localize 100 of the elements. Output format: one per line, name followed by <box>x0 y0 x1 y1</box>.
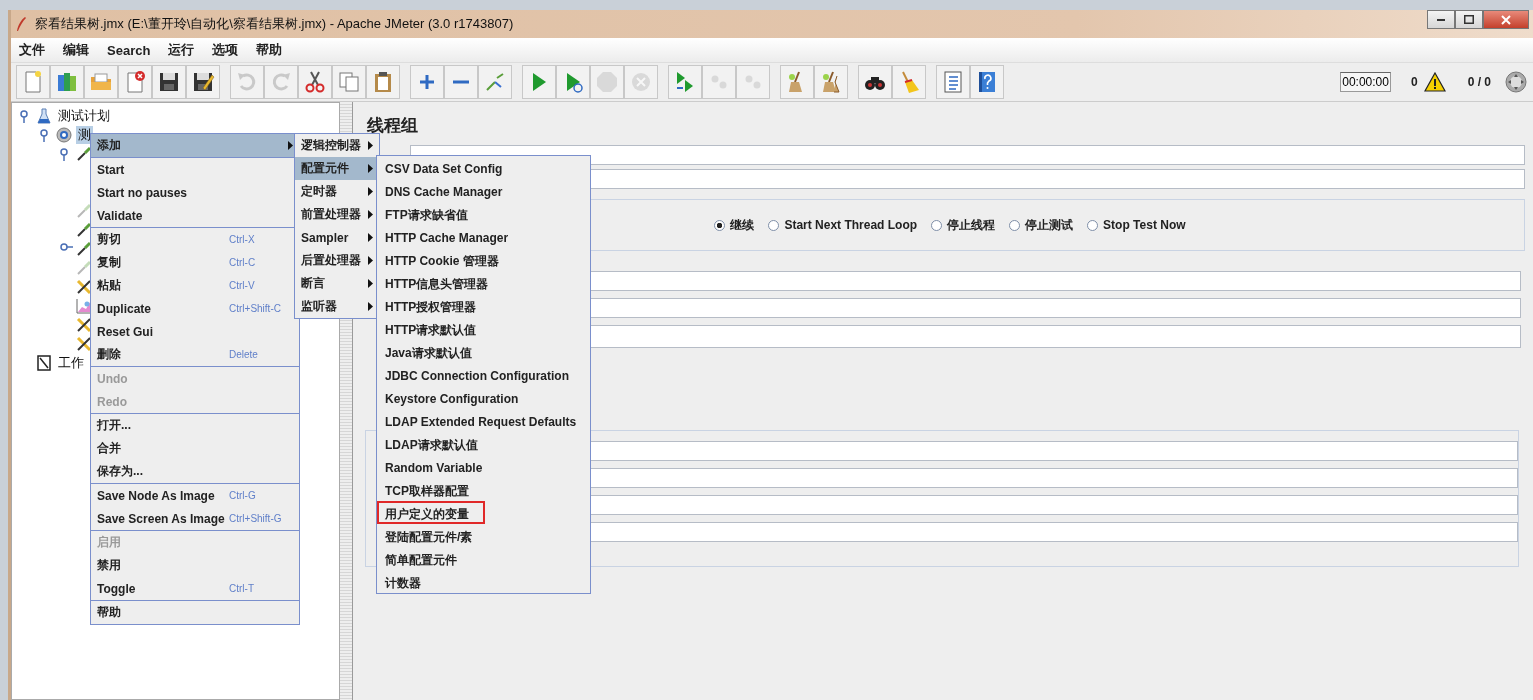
warning-icon[interactable] <box>1423 72 1446 92</box>
floppy-pencil-icon <box>191 70 215 94</box>
menu-item[interactable]: 后置处理器 <box>295 249 379 272</box>
menu-item[interactable]: Reset Gui <box>91 320 299 343</box>
new-page-button[interactable] <box>16 65 50 99</box>
floppy-button[interactable] <box>152 65 186 99</box>
books-icon <box>55 70 79 94</box>
panel-title: 线程组 <box>367 115 419 137</box>
menu-item[interactable]: 计数器 <box>377 570 429 593</box>
menu-item[interactable]: 运行 <box>165 41 202 59</box>
menu-item[interactable]: 定时器 <box>295 180 379 203</box>
submenu-arrow-icon <box>368 256 373 265</box>
menu-item[interactable]: 登陆配置元件/素 <box>377 524 481 547</box>
menu-item[interactable]: FTP请求缺省值 <box>377 202 476 225</box>
floppy-pencil-button[interactable] <box>186 65 220 99</box>
error-count: 0 <box>1410 75 1418 89</box>
menu-item[interactable]: Random Variable <box>377 455 491 478</box>
pages-icon <box>337 70 361 94</box>
feather-icon <box>15 16 27 32</box>
radio-option[interactable]: 停止线程 <box>931 216 996 234</box>
list-icon <box>941 70 965 94</box>
close-file-button[interactable] <box>118 65 152 99</box>
menu-item[interactable]: TCP取样器配置 <box>377 478 477 501</box>
menu-item[interactable]: 文件 <box>16 41 52 59</box>
menu-item[interactable]: HTTP Cache Manager <box>377 225 517 248</box>
binoculars-button[interactable] <box>858 65 892 99</box>
radio-option[interactable]: Stop Test Now <box>1087 216 1186 234</box>
minus-icon <box>453 80 469 84</box>
broom-button[interactable] <box>780 65 814 99</box>
notepad-icon <box>36 354 52 371</box>
menu-item[interactable]: 合并 <box>91 437 299 460</box>
menu-item[interactable]: 监听器 <box>295 295 379 318</box>
radio-option[interactable]: 继续 <box>714 216 755 234</box>
menu-item[interactable]: 编辑 <box>60 41 96 59</box>
submenu-arrow-icon <box>368 164 373 173</box>
scissors-icon <box>303 70 327 94</box>
minus-button[interactable] <box>444 65 478 99</box>
menu-item[interactable]: 选项 <box>209 41 246 59</box>
menu-item[interactable]: Save Node As Image Ctrl-G <box>91 484 299 507</box>
maximize-icon <box>1464 15 1474 24</box>
menu-item[interactable]: Save Screen As Image Ctrl+Shift-G <box>91 507 299 530</box>
scissors-button[interactable] <box>298 65 332 99</box>
menu-item[interactable]: 保存为... <box>91 460 299 483</box>
books-button[interactable] <box>50 65 84 99</box>
menu-item[interactable]: HTTP授权管理器 <box>377 294 485 317</box>
list-button[interactable] <box>936 65 970 99</box>
dropper-button[interactable] <box>478 65 512 99</box>
menu-item[interactable]: 配置元件 <box>295 157 379 180</box>
elapsed-time: 00:00:00 <box>1340 72 1391 92</box>
menu-item[interactable]: 删除 Delete <box>91 343 299 366</box>
menu-item[interactable]: 帮助 <box>91 601 299 624</box>
plus-button[interactable] <box>410 65 444 99</box>
floppy-icon <box>157 70 181 94</box>
menu-item[interactable]: HTTP信息头管理器 <box>377 271 497 294</box>
submenu-arrow-icon <box>368 233 373 242</box>
submenu-arrow-icon <box>368 210 373 219</box>
minimize-button[interactable] <box>1427 10 1455 29</box>
gear-icon <box>56 126 72 143</box>
circle-arrows-icon[interactable] <box>1505 71 1527 93</box>
menu-item[interactable]: 前置处理器 <box>295 203 379 226</box>
menu-item[interactable]: 断言 <box>295 272 379 295</box>
menu-item[interactable]: JDBC Connection Configuration <box>377 363 577 386</box>
close-icon <box>1501 14 1511 25</box>
menu-item[interactable]: Java请求默认值 <box>377 340 480 363</box>
play-no-pause-button[interactable] <box>556 65 590 99</box>
minimize-icon <box>1437 18 1445 21</box>
menu-item[interactable]: DNS Cache Manager <box>377 179 511 202</box>
flask-icon <box>36 107 52 124</box>
menu-item[interactable]: 打开... <box>91 414 299 437</box>
radio-option[interactable]: Start Next Thread Loop <box>768 216 918 234</box>
tree-item[interactable]: 工作 <box>56 353 86 372</box>
radio-option[interactable]: 停止测试 <box>1009 216 1074 234</box>
menu-item[interactable]: 用户定义的变量 <box>377 501 485 524</box>
menu-item[interactable]: HTTP请求默认值 <box>377 317 485 340</box>
menu-item[interactable]: Search <box>104 42 158 58</box>
menu-item[interactable]: LDAP Extended Request Defaults <box>377 409 585 432</box>
menu-item[interactable]: 简单配置元件 <box>377 547 465 570</box>
submenu-arrow-icon <box>368 302 373 311</box>
menu-item[interactable]: CSV Data Set Config <box>377 156 511 179</box>
menu-item[interactable]: Sampler <box>295 226 379 249</box>
brooms-button[interactable] <box>814 65 848 99</box>
play-button[interactable] <box>522 65 556 99</box>
menu-item[interactable]: 帮助 <box>253 41 290 59</box>
menu-item[interactable]: LDAP请求默认值 <box>377 432 486 455</box>
tree-item[interactable]: 测试计划 <box>56 106 112 125</box>
submenu-arrow-icon <box>368 187 373 196</box>
menu-item[interactable]: HTTP Cookie 管理器 <box>377 248 507 271</box>
menu-item[interactable]: 禁用 <box>91 554 299 577</box>
menu-item[interactable]: Toggle Ctrl-T <box>91 577 299 600</box>
thread-count: 0 / 0 <box>1467 75 1491 89</box>
remote-play-button[interactable] <box>668 65 702 99</box>
menu-item[interactable]: Keystore Configuration <box>377 386 527 409</box>
close-button[interactable] <box>1483 10 1529 29</box>
name-field[interactable] <box>410 145 1525 165</box>
stop-sign-icon <box>595 70 619 94</box>
window-title: 察看结果树.jmx (E:\董开玲\自动化\察看结果树.jmx) - Apache JMeter (3.0 r1743807) <box>35 15 514 33</box>
help-button[interactable] <box>970 65 1004 99</box>
folder-button[interactable] <box>84 65 118 99</box>
clipboard-button[interactable] <box>366 65 400 99</box>
maximize-button[interactable] <box>1455 10 1483 29</box>
